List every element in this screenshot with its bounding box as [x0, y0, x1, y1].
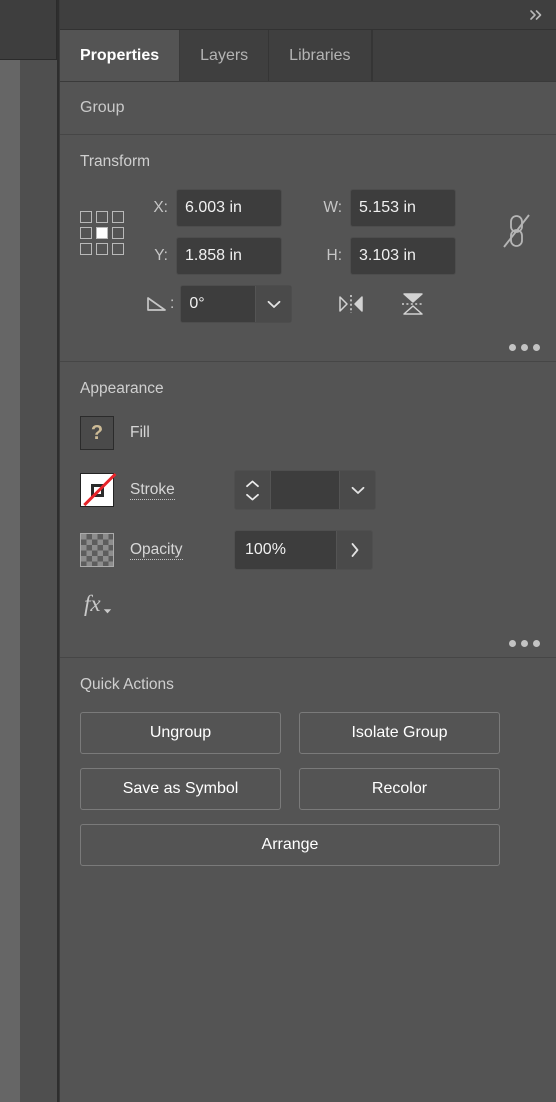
tab-strip-filler — [371, 30, 556, 81]
fill-label: Fill — [130, 424, 150, 441]
x-label: X: — [153, 199, 168, 216]
tab-properties[interactable]: Properties — [60, 30, 181, 81]
w-label: W: — [323, 199, 342, 216]
ref-point-ml[interactable] — [80, 227, 92, 239]
isolate-group-button[interactable]: Isolate Group — [299, 712, 500, 754]
ref-point-tl[interactable] — [80, 211, 92, 223]
workspace-top-left-block — [0, 0, 57, 60]
y-input[interactable] — [176, 237, 282, 275]
arrange-button[interactable]: Arrange — [80, 824, 500, 866]
ungroup-button[interactable]: Ungroup — [80, 712, 281, 754]
w-input[interactable] — [350, 189, 456, 227]
angle-combobox — [180, 285, 293, 323]
stroke-none-slash — [83, 473, 117, 507]
x-input[interactable] — [176, 189, 282, 227]
effects-fx-icon[interactable]: fx — [80, 590, 116, 617]
tab-layers[interactable]: Layers — [180, 30, 270, 81]
ref-point-center[interactable] — [96, 227, 108, 239]
transparency-checkerboard-swatch[interactable] — [80, 533, 114, 567]
quick-actions-button-grid: Ungroup Isolate Group Save as Symbol Rec… — [80, 712, 536, 888]
panel-header-bar — [60, 0, 556, 30]
opacity-row: Opacity — [80, 530, 536, 570]
angle-label: : — [170, 295, 175, 312]
rotate-angle-icon — [134, 295, 168, 313]
flip-vertical-icon[interactable] — [396, 287, 430, 321]
ref-point-tc[interactable] — [96, 211, 108, 223]
opacity-control — [234, 530, 373, 570]
transform-row-x-w: X: W: — [134, 189, 482, 227]
tab-libraries[interactable]: Libraries — [269, 30, 372, 81]
fx-label: fx — [84, 591, 101, 616]
tab-properties-label: Properties — [80, 46, 160, 64]
h-label: H: — [326, 247, 343, 264]
double-chevron-right-icon[interactable] — [522, 0, 550, 30]
ref-point-bl[interactable] — [80, 243, 92, 255]
transform-section: Transform X: 6.003 in W: 5.153 in Y: 1.8… — [60, 135, 556, 362]
stepper-up-down-icon[interactable] — [235, 471, 271, 509]
opacity-input[interactable] — [235, 531, 336, 569]
quick-actions-section: Quick Actions Ungroup Isolate Group Save… — [60, 658, 556, 888]
transform-row-angle: : — [134, 285, 482, 323]
chevron-right-icon[interactable] — [336, 531, 372, 569]
chevron-down-icon[interactable] — [255, 286, 292, 322]
ref-point-bc[interactable] — [96, 243, 108, 255]
properties-panel: Properties Layers Libraries Group Transf… — [60, 0, 556, 1102]
illustrator-properties-panel-screenshot: Properties Layers Libraries Group Transf… — [0, 0, 556, 1102]
appearance-section: Appearance ? Fill Stroke Opacity 100% fx — [60, 362, 556, 658]
stroke-none-swatch[interactable] — [80, 473, 117, 507]
panel-tab-strip: Properties Layers Libraries — [60, 30, 556, 82]
fill-row: ? Fill — [80, 416, 536, 450]
stroke-label[interactable]: Stroke — [130, 481, 175, 500]
flip-horizontal-icon[interactable] — [334, 287, 368, 321]
appearance-more-options-icon[interactable] — [509, 640, 540, 647]
selected-object-type: Group — [60, 82, 556, 135]
recolor-button[interactable]: Recolor — [299, 768, 500, 810]
stroke-weight-input[interactable] — [271, 471, 339, 509]
quick-actions-section-title: Quick Actions — [80, 676, 174, 693]
tab-libraries-label: Libraries — [289, 46, 351, 64]
transform-more-options-icon[interactable] — [509, 344, 540, 351]
fx-dropdown-caret-icon — [103, 609, 111, 614]
y-label: Y: — [154, 247, 168, 264]
reference-point-grid-icon[interactable] — [80, 211, 124, 255]
flip-button-group — [334, 287, 430, 321]
transform-row-y-h: Y: H: — [134, 237, 482, 275]
object-type-label: Group — [80, 99, 125, 116]
stroke-weight-chevron-down-icon[interactable] — [339, 471, 375, 509]
save-as-symbol-button[interactable]: Save as Symbol — [80, 768, 281, 810]
workspace-canvas-edge — [0, 60, 20, 1102]
fill-swatch-glyph: ? — [90, 421, 104, 444]
appearance-section-title: Appearance — [80, 380, 164, 397]
workspace-scrollbar-gutter[interactable] — [20, 60, 57, 1102]
ref-point-mr[interactable] — [112, 227, 124, 239]
transform-section-title: Transform — [80, 153, 151, 170]
tab-layers-label: Layers — [200, 46, 249, 64]
ref-point-br[interactable] — [112, 243, 124, 255]
ref-point-tr[interactable] — [112, 211, 124, 223]
h-input[interactable] — [350, 237, 456, 275]
effects-row: fx — [80, 590, 536, 657]
unlink-broken-chain-icon[interactable] — [496, 209, 536, 253]
fill-mixed-question-swatch[interactable]: ? — [80, 416, 114, 450]
stroke-weight-control — [234, 470, 376, 510]
stroke-row: Stroke — [80, 470, 536, 510]
angle-input[interactable] — [181, 286, 256, 322]
opacity-label[interactable]: Opacity — [130, 541, 183, 560]
